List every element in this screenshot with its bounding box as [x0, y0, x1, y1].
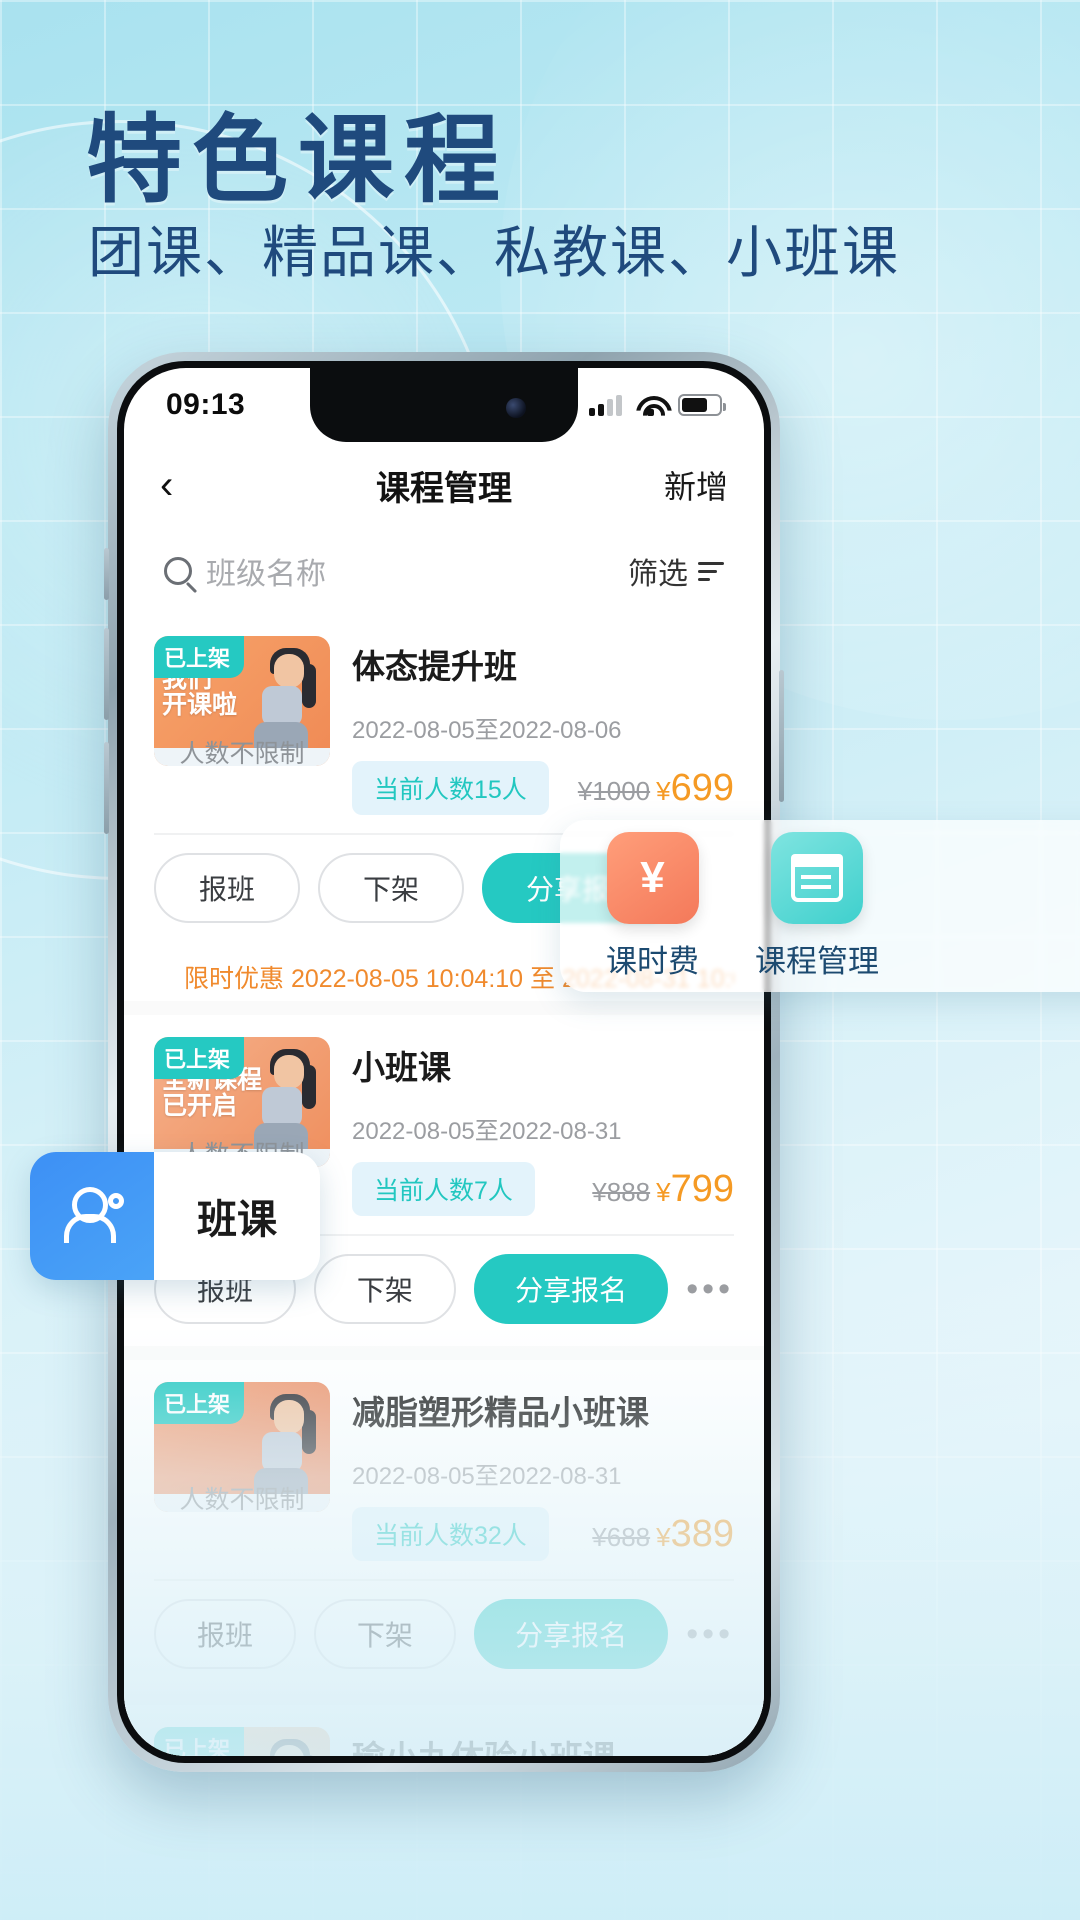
course-card[interactable]: 已上架 我们开课啦 人数不限制 瑜小九体验小班课 2022-08-05至2022… — [124, 1705, 764, 1756]
more-options-button[interactable]: ••• — [686, 1615, 734, 1654]
unlist-button[interactable]: 下架 — [313, 1599, 456, 1669]
course-meta-row: 当前人数15人 ¥1000 ¥699 — [352, 761, 734, 815]
enrollment-count-badge: 当前人数32人 — [352, 1507, 549, 1561]
phone-mockup: 09:13 ‹ 课程管理 新增 班级名称 筛选 已上架 我们 开课啦 人数不限制… — [104, 352, 784, 1772]
course-thumbnail[interactable]: 已上架 我们开课啦 人数不限制 — [154, 636, 330, 766]
course-name: 体态提升班 — [352, 648, 517, 685]
currency-symbol: ¥ — [656, 1176, 671, 1207]
page-subtitle: 团课、精品课、私教课、小班课 — [88, 221, 900, 284]
status-badge: 已上架 — [154, 636, 245, 678]
share-enroll-button[interactable]: 分享报名 — [473, 1599, 669, 1669]
filter-button[interactable]: 筛选 — [628, 549, 724, 593]
original-price: ¥888 — [592, 1176, 651, 1207]
battery-icon — [678, 394, 726, 416]
original-price: ¥1000 — [577, 775, 651, 806]
course-price: ¥688 ¥389 — [592, 1513, 734, 1556]
status-badge: 已上架 — [154, 1382, 245, 1424]
class-badge-label: 班课 — [197, 1198, 277, 1242]
status-bar: 09:13 — [124, 368, 764, 442]
current-price: ¥699 — [656, 767, 734, 810]
status-icons — [589, 394, 726, 416]
app-navbar: ‹ 课程管理 新增 — [124, 442, 764, 528]
phone-screen: 09:13 ‹ 课程管理 新增 班级名称 筛选 已上架 我们 开课啦 人数不限制… — [124, 368, 764, 1756]
currency-symbol: ¥ — [656, 775, 671, 806]
course-meta-row: 当前人数7人 ¥888 ¥799 — [352, 1162, 734, 1216]
class-badge-chip[interactable]: 班课 — [30, 1152, 320, 1280]
current-price: ¥799 — [656, 1168, 734, 1211]
phone-mute-switch — [104, 548, 109, 600]
thumbnail-footer: 人数不限制 — [179, 1486, 305, 1512]
course-thumbnail[interactable]: 已上架 人数不限制 — [154, 1382, 330, 1512]
unlist-button[interactable]: 下架 — [318, 853, 464, 923]
course-date-range: 2022-08-05至2022-08-06 — [352, 717, 622, 744]
filter-label: 筛选 — [628, 558, 688, 591]
status-badge: 已上架 — [154, 1727, 245, 1756]
search-icon — [164, 557, 192, 585]
course-card-top: 已上架 人数不限制 减脂塑形精品小班课 2022-08-05至2022-08-3… — [154, 1360, 734, 1579]
status-badge: 已上架 — [154, 1037, 245, 1079]
course-name: 减脂塑形精品小班课 — [352, 1394, 649, 1431]
course-card-top: 已上架 我们开课啦 人数不限制 瑜小九体验小班课 2022-08-05至2022… — [154, 1705, 734, 1756]
original-price: ¥688 — [592, 1521, 651, 1552]
current-price-value: 799 — [670, 1167, 734, 1210]
filter-icon — [698, 561, 724, 581]
enroll-button[interactable]: 报班 — [154, 1599, 296, 1669]
course-name: 小班课 — [352, 1049, 451, 1086]
floating-feature-panel: ¥ 课时费 课程管理 — [560, 820, 1080, 992]
course-thumbnail[interactable]: 已上架 全新课程已开启 人数不限制 — [154, 1037, 330, 1167]
course-price: ¥1000 ¥699 — [578, 767, 734, 810]
phone-bezel: 09:13 ‹ 课程管理 新增 班级名称 筛选 已上架 我们 开课啦 人数不限制… — [117, 361, 771, 1763]
add-course-button[interactable]: 新增 — [664, 462, 728, 508]
enroll-button[interactable]: 报班 — [154, 853, 300, 923]
yen-icon: ¥ — [606, 831, 699, 924]
phone-power-button — [779, 670, 784, 802]
course-price: ¥888 ¥799 — [592, 1168, 734, 1211]
course-card-top: 已上架 我们 开课啦 人数不限制 体态提升班 2022-08-05至2022-08… — [154, 614, 734, 833]
current-price-value: 389 — [670, 1512, 734, 1555]
share-enroll-button[interactable]: 分享报名 — [473, 1254, 669, 1324]
phone-volume-up-button — [104, 628, 109, 720]
current-price: ¥389 — [656, 1513, 734, 1556]
course-info: 体态提升班 2022-08-05至2022-08-06 当前人数15人 ¥100… — [352, 636, 734, 815]
phone-volume-down-button — [104, 742, 109, 834]
course-info: 减脂塑形精品小班课 2022-08-05至2022-08-31 当前人数32人 … — [352, 1382, 734, 1561]
more-options-button[interactable]: ••• — [686, 1270, 734, 1309]
thumbnail-footer: 人数不限制 — [179, 740, 305, 766]
course-meta-row: 当前人数32人 ¥688 ¥389 — [352, 1507, 734, 1561]
enrollment-count-badge: 当前人数7人 — [352, 1162, 535, 1216]
search-input[interactable]: 班级名称 — [206, 549, 326, 593]
course-card[interactable]: 已上架 人数不限制 减脂塑形精品小班课 2022-08-05至2022-08-3… — [124, 1360, 764, 1691]
search-row: 班级名称 筛选 — [124, 528, 764, 614]
people-icon — [30, 1152, 154, 1280]
currency-symbol: ¥ — [656, 1521, 671, 1552]
course-name: 瑜小九体验小班课 — [352, 1731, 734, 1756]
course-date-range: 2022-08-05至2022-08-31 — [352, 1463, 622, 1490]
feature-item-course-management[interactable]: 课程管理 — [755, 831, 879, 981]
feature-label: 课程管理 — [755, 943, 879, 979]
feature-item-course-fee[interactable]: ¥ 课时费 — [606, 831, 699, 981]
course-actions: 报班 下架 分享报名 ••• — [154, 1579, 734, 1691]
enrollment-count-badge: 当前人数15人 — [352, 761, 549, 815]
course-info: 小班课 2022-08-05至2022-08-31 当前人数7人 ¥888 ¥7… — [352, 1037, 734, 1216]
cellular-signal-icon — [589, 394, 622, 416]
status-time: 09:13 — [166, 388, 246, 421]
current-price-value: 699 — [670, 766, 734, 809]
page-title: 特色课程 — [86, 107, 510, 214]
course-info: 瑜小九体验小班课 2022-08-05至2022-08-10 当前人数12人 ¥… — [352, 1727, 734, 1756]
course-thumbnail[interactable]: 已上架 我们开课啦 人数不限制 — [154, 1727, 330, 1756]
calendar-icon — [771, 831, 863, 924]
back-button[interactable]: ‹ — [160, 465, 220, 505]
wifi-icon — [636, 395, 664, 416]
unlist-button[interactable]: 下架 — [313, 1254, 456, 1324]
feature-label: 课时费 — [606, 943, 699, 979]
course-date-range: 2022-08-05至2022-08-31 — [352, 1118, 622, 1145]
